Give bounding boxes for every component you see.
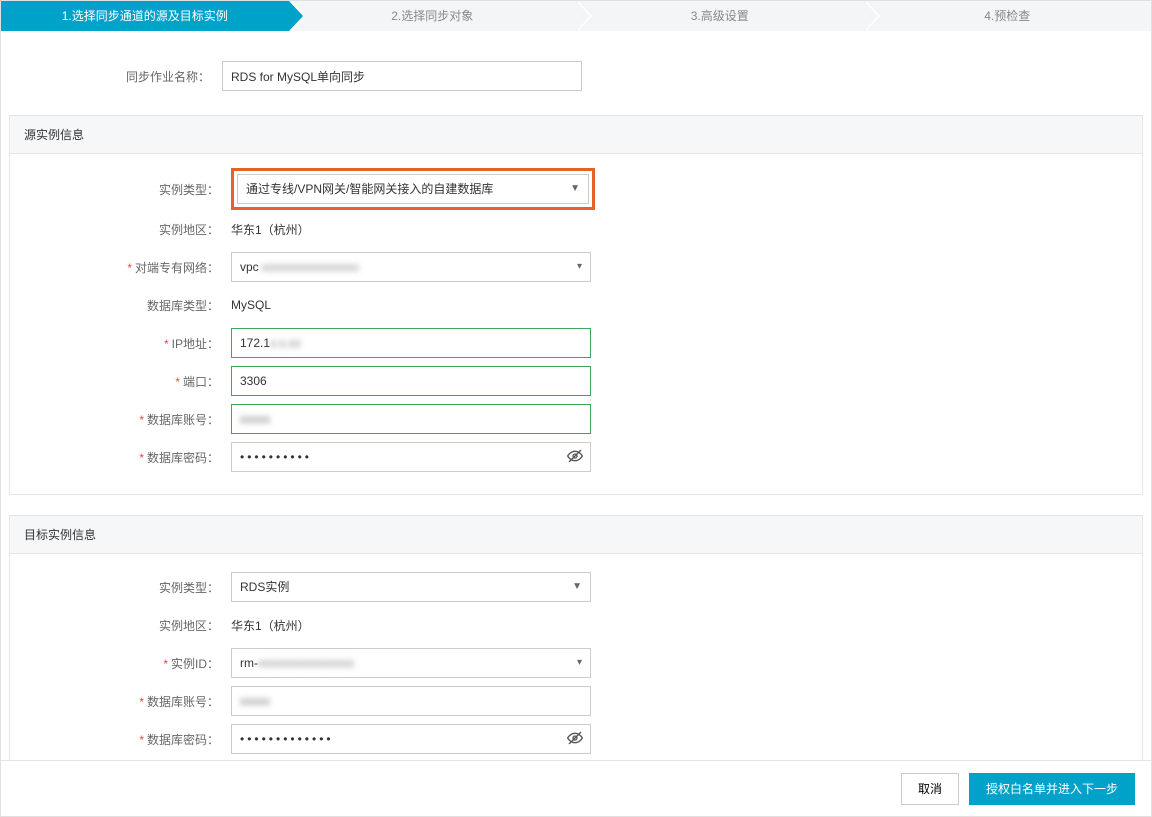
src-peer-vpc-select[interactable]: vpc-xxxxxxxxxxxxxxxx ▾ — [231, 252, 591, 282]
section-source: 源实例信息 实例类型： 通过专线/VPN网关/智能网关接入的自建数据库 ▼ — [9, 115, 1143, 495]
section-source-title: 源实例信息 — [10, 116, 1142, 154]
tgt-instance-type-select[interactable]: RDS实例 ▼ — [231, 572, 591, 602]
tgt-region-value: 华东1（杭州） — [231, 617, 310, 634]
tgt-password-input[interactable] — [231, 724, 591, 754]
label-tgt-password: *数据库密码： — [10, 731, 225, 748]
wizard-step-3[interactable]: 3.高级设置 — [576, 1, 864, 31]
label-tgt-region: 实例地区： — [10, 617, 225, 634]
row-tgt-instance-type: 实例类型： RDS实例 ▼ — [10, 568, 1142, 606]
wizard-step-1[interactable]: 1.选择同步通道的源及目标实例 — [1, 1, 289, 31]
wizard-step-2[interactable]: 2.选择同步对象 — [289, 1, 577, 31]
src-instance-type-select[interactable]: 通过专线/VPN网关/智能网关接入的自建数据库 ▼ — [237, 174, 589, 204]
tgt-account-value: xxxxx — [240, 687, 270, 715]
src-region-value: 华东1（杭州） — [231, 221, 310, 238]
chevron-down-icon: ▼ — [572, 573, 582, 601]
row-src-instance-type: 实例类型： 通过专线/VPN网关/智能网关接入的自建数据库 ▼ — [10, 168, 1142, 210]
label-src-region: 实例地区： — [10, 221, 225, 238]
next-button[interactable]: 授权白名单并进入下一步 — [969, 773, 1135, 805]
section-target-title: 目标实例信息 — [10, 516, 1142, 554]
row-src-port: *端口： — [10, 362, 1142, 400]
src-account-value: xxxxx — [240, 405, 270, 433]
label-src-db-type: 数据库类型： — [10, 297, 225, 314]
row-src-account: *数据库账号： xxxxx — [10, 400, 1142, 438]
wizard-steps: 1.选择同步通道的源及目标实例 2.选择同步对象 3.高级设置 4.预检查 — [1, 1, 1151, 31]
src-ip-rest: x.x.xx — [270, 329, 301, 357]
label-job-name: 同步作业名称： — [1, 68, 216, 85]
row-job-name: 同步作业名称： — [1, 57, 1151, 95]
tgt-instance-id-select[interactable]: rm-xxxxxxxxxxxxxxxx ▾ — [231, 648, 591, 678]
label-src-ip: *IP地址： — [10, 335, 225, 352]
chevron-down-icon: ▼ — [570, 175, 580, 203]
src-instance-type-value: 通过专线/VPN网关/智能网关接入的自建数据库 — [246, 175, 493, 203]
footer-bar: 取消 授权白名单并进入下一步 — [1, 760, 1151, 816]
wizard-step-4[interactable]: 4.预检查 — [864, 1, 1152, 31]
page-root: 1.选择同步通道的源及目标实例 2.选择同步对象 3.高级设置 4.预检查 同步… — [0, 0, 1152, 817]
label-src-peer-vpc: *对端专有网络： — [10, 259, 225, 276]
label-tgt-instance-id: *实例ID： — [10, 655, 225, 672]
row-src-ip: *IP地址： 172.1x.x.xx — [10, 324, 1142, 362]
tgt-account-input[interactable]: xxxxx — [231, 686, 591, 716]
src-peer-vpc-prefix: vpc — [240, 253, 259, 281]
row-src-region: 实例地区： 华东1（杭州） — [10, 210, 1142, 248]
eye-icon[interactable] — [565, 730, 585, 749]
section-source-body: 实例类型： 通过专线/VPN网关/智能网关接入的自建数据库 ▼ 实例地区： 华东… — [10, 154, 1142, 494]
eye-icon[interactable] — [565, 448, 585, 467]
label-src-instance-type: 实例类型： — [10, 181, 225, 198]
row-src-password: *数据库密码： — [10, 438, 1142, 476]
src-account-input[interactable]: xxxxx — [231, 404, 591, 434]
row-src-db-type: 数据库类型： MySQL — [10, 286, 1142, 324]
row-tgt-account: *数据库账号： xxxxx — [10, 682, 1142, 720]
row-tgt-region: 实例地区： 华东1（杭州） — [10, 606, 1142, 644]
highlight-instance-type: 通过专线/VPN网关/智能网关接入的自建数据库 ▼ — [231, 168, 595, 210]
tgt-instance-id-prefix: rm- — [240, 649, 258, 677]
src-ip-visible: 172.1 — [240, 329, 270, 357]
label-src-password: *数据库密码： — [10, 449, 225, 466]
chevron-down-icon: ▾ — [577, 649, 582, 677]
label-tgt-account: *数据库账号： — [10, 693, 225, 710]
form-body: 同步作业名称： 源实例信息 实例类型： 通过专线/VPN网关/智能网关接入的自建… — [1, 31, 1151, 815]
label-src-account: *数据库账号： — [10, 411, 225, 428]
row-tgt-instance-id: *实例ID： rm-xxxxxxxxxxxxxxxx ▾ — [10, 644, 1142, 682]
src-peer-vpc-rest: -xxxxxxxxxxxxxxxx — [259, 253, 359, 281]
src-ip-input[interactable]: 172.1x.x.xx — [231, 328, 591, 358]
src-password-input[interactable] — [231, 442, 591, 472]
row-tgt-password: *数据库密码： — [10, 720, 1142, 758]
src-port-input[interactable] — [231, 366, 591, 396]
label-src-port: *端口： — [10, 373, 225, 390]
src-db-type-value: MySQL — [231, 298, 271, 312]
tgt-instance-type-value: RDS实例 — [240, 573, 289, 601]
label-tgt-instance-type: 实例类型： — [10, 579, 225, 596]
job-name-input[interactable] — [222, 61, 582, 91]
cancel-button[interactable]: 取消 — [901, 773, 959, 805]
row-src-peer-vpc: *对端专有网络： vpc-xxxxxxxxxxxxxxxx ▾ — [10, 248, 1142, 286]
tgt-instance-id-rest: xxxxxxxxxxxxxxxx — [258, 649, 354, 677]
chevron-down-icon: ▾ — [577, 253, 582, 281]
